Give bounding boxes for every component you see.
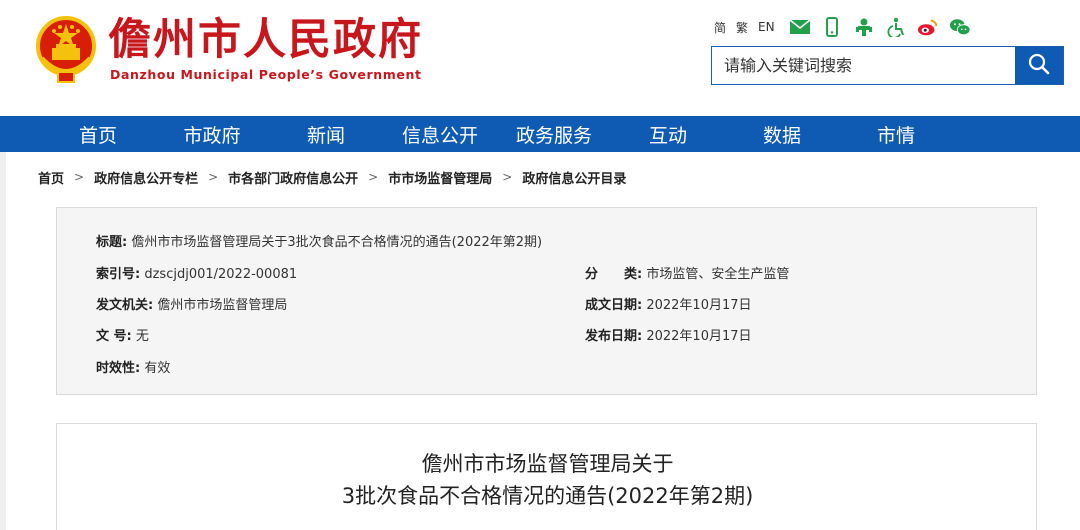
nav-item-interaction[interactable]: 互动 [611, 116, 725, 152]
document-metadata: 标题: 儋州市市场监督管理局关于3批次食品不合格情况的通告(2022年第2期) … [56, 207, 1037, 395]
meta-validity: 时效性: 有效 [96, 361, 171, 376]
breadcrumb-info-column[interactable]: 政府信息公开专栏 [94, 168, 198, 187]
article-title-line-2: 3批次食品不合格情况的通告(2022年第2期) [341, 484, 754, 508]
site-title: 儋州市人民政府 [108, 15, 423, 65]
main-nav: 首页 市政府 新闻 信息公开 政务服务 互动 数据 市情 [0, 116, 1080, 152]
nav-item-government[interactable]: 市政府 [155, 116, 269, 152]
meta-title: 标题: 儋州市市场监督管理局关于3批次食品不合格情况的通告(2022年第2期) [96, 235, 543, 250]
article-body: 儋州市市场监督管理局关于 3批次食品不合格情况的通告(2022年第2期) [56, 423, 1037, 530]
chevron-right-icon: > [368, 170, 379, 184]
search-button[interactable] [1015, 47, 1063, 84]
header-tools: 简 繁 EN [714, 14, 977, 40]
nav-item-data[interactable]: 数据 [725, 116, 839, 152]
site-subtitle: Danzhou Municipal People’s Government [110, 67, 422, 82]
weibo-icon[interactable] [917, 16, 939, 38]
meta-document-number: 文 号: 无 [96, 329, 149, 344]
meta-index: 索引号: dzscjdj001/2022-00081 [96, 267, 298, 282]
meta-issuer: 发文机关: 儋州市市场监督管理局 [96, 298, 288, 313]
page-edge [0, 152, 6, 530]
mail-icon[interactable] [789, 16, 811, 38]
accessibility-icon[interactable] [885, 16, 907, 38]
search-icon [1028, 53, 1050, 79]
chevron-right-icon: > [208, 170, 219, 184]
national-emblem-icon [34, 14, 98, 86]
search-input[interactable] [712, 47, 1015, 84]
nav-item-city-info[interactable]: 市情 [839, 116, 953, 152]
nav-item-services[interactable]: 政务服务 [497, 116, 611, 152]
meta-category: 分 类: 市场监管、安全生产监管 [585, 267, 790, 282]
wechat-icon[interactable] [949, 16, 971, 38]
elderly-mode-icon[interactable] [853, 16, 875, 38]
breadcrumb: 首页 > 政府信息公开专栏 > 市各部门政府信息公开 > 市市场监督管理局 > … [38, 168, 626, 187]
chevron-right-icon: > [74, 170, 85, 184]
search-bar [711, 46, 1064, 85]
nav-item-home[interactable]: 首页 [41, 116, 155, 152]
mobile-icon[interactable] [821, 16, 843, 38]
meta-published-date: 发布日期: 2022年10月17日 [585, 329, 752, 344]
simplified-chinese-link[interactable]: 简 [714, 19, 726, 36]
chevron-right-icon: > [502, 170, 513, 184]
breadcrumb-market-bureau[interactable]: 市市场监督管理局 [388, 168, 492, 187]
breadcrumb-departments[interactable]: 市各部门政府信息公开 [228, 168, 358, 187]
nav-item-news[interactable]: 新闻 [269, 116, 383, 152]
article-title-line-1: 儋州市市场监督管理局关于 [421, 452, 674, 476]
traditional-chinese-link[interactable]: 繁 [736, 19, 748, 36]
meta-created-date: 成文日期: 2022年10月17日 [585, 298, 752, 313]
breadcrumb-catalog[interactable]: 政府信息公开目录 [522, 168, 626, 187]
site-header: 儋州市人民政府 Danzhou Municipal People’s Gover… [0, 0, 1080, 116]
english-link[interactable]: EN [758, 20, 775, 34]
nav-item-info-disclosure[interactable]: 信息公开 [383, 116, 497, 152]
breadcrumb-home[interactable]: 首页 [38, 168, 64, 187]
